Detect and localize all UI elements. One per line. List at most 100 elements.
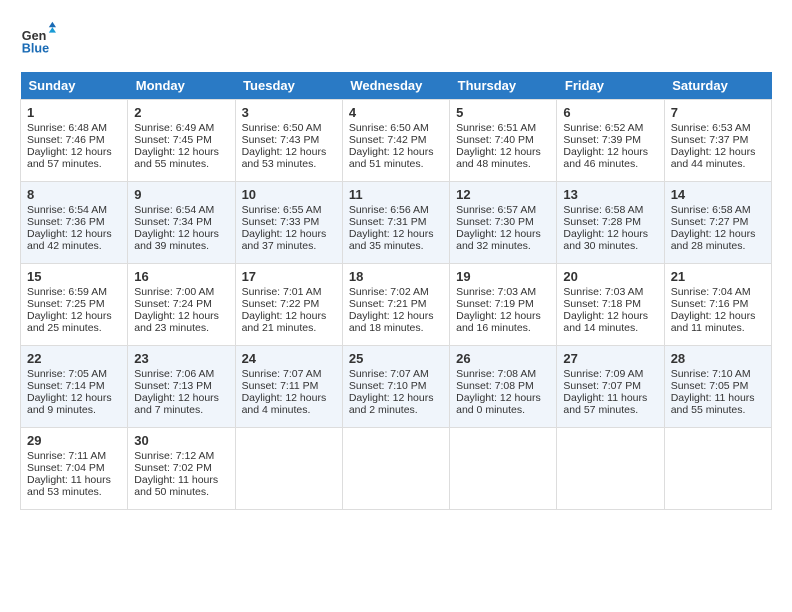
- day-number: 11: [349, 187, 443, 202]
- calendar-cell: 1Sunrise: 6:48 AMSunset: 7:46 PMDaylight…: [21, 100, 128, 182]
- week-row-2: 8Sunrise: 6:54 AMSunset: 7:36 PMDaylight…: [21, 182, 772, 264]
- calendar-cell: 21Sunrise: 7:04 AMSunset: 7:16 PMDayligh…: [664, 264, 771, 346]
- sunset: Sunset: 7:30 PM: [456, 216, 534, 228]
- sunset: Sunset: 7:36 PM: [27, 216, 105, 228]
- calendar-cell: [235, 428, 342, 510]
- logo-icon: Gen Blue: [20, 20, 56, 56]
- sunrise: Sunrise: 7:09 AM: [563, 368, 643, 380]
- sunrise: Sunrise: 7:07 AM: [349, 368, 429, 380]
- day-number: 29: [27, 433, 121, 448]
- day-number: 25: [349, 351, 443, 366]
- sunset: Sunset: 7:31 PM: [349, 216, 427, 228]
- calendar-cell: 28Sunrise: 7:10 AMSunset: 7:05 PMDayligh…: [664, 346, 771, 428]
- daylight-label: Daylight: 12 hours and 25 minutes.: [27, 310, 112, 334]
- day-number: 7: [671, 105, 765, 120]
- daylight-label: Daylight: 12 hours and 2 minutes.: [349, 392, 434, 416]
- sunrise: Sunrise: 7:10 AM: [671, 368, 751, 380]
- day-number: 28: [671, 351, 765, 366]
- sunset: Sunset: 7:37 PM: [671, 134, 749, 146]
- calendar-cell: 20Sunrise: 7:03 AMSunset: 7:18 PMDayligh…: [557, 264, 664, 346]
- sunset: Sunset: 7:10 PM: [349, 380, 427, 392]
- sunrise: Sunrise: 6:52 AM: [563, 122, 643, 134]
- calendar-cell: 12 Sunrise: 6:57 AMSunset: 7:30 PMDayligh…: [450, 182, 557, 264]
- week-row-4: 22Sunrise: 7:05 AMSunset: 7:14 PMDayligh…: [21, 346, 772, 428]
- sunrise: Sunrise: 6:54 AM: [27, 204, 107, 216]
- day-number: 14: [671, 187, 765, 202]
- daylight-label: Daylight: 12 hours and 30 minutes.: [563, 228, 648, 252]
- sunrise: Sunrise: 7:05 AM: [27, 368, 107, 380]
- day-number: 12: [456, 187, 550, 202]
- daylight-label: Daylight: 11 hours and 57 minutes.: [563, 392, 647, 416]
- sunset: Sunset: 7:42 PM: [349, 134, 427, 146]
- calendar-cell: 13Sunrise: 6:58 AMSunset: 7:28 PMDayligh…: [557, 182, 664, 264]
- col-header-monday: Monday: [128, 72, 235, 100]
- daylight-label: Daylight: 11 hours and 55 minutes.: [671, 392, 755, 416]
- calendar-cell: 18Sunrise: 7:02 AMSunset: 7:21 PMDayligh…: [342, 264, 449, 346]
- day-number: 16: [134, 269, 228, 284]
- daylight-label: Daylight: 12 hours and 23 minutes.: [134, 310, 219, 334]
- sunrise: Sunrise: 6:59 AM: [27, 286, 107, 298]
- sunset: Sunset: 7:16 PM: [671, 298, 749, 310]
- sunset: Sunset: 7:11 PM: [242, 380, 319, 392]
- day-number: 10: [242, 187, 336, 202]
- col-header-friday: Friday: [557, 72, 664, 100]
- sunset: Sunset: 7:13 PM: [134, 380, 212, 392]
- calendar-cell: 29 Sunrise: 7:11 AMSunset: 7:04 PMDayligh…: [21, 428, 128, 510]
- col-header-sunday: Sunday: [21, 72, 128, 100]
- daylight-label: Daylight: 12 hours and 32 minutes.: [456, 228, 541, 252]
- calendar-cell: 7Sunrise: 6:53 AMSunset: 7:37 PMDaylight…: [664, 100, 771, 182]
- calendar-cell: [450, 428, 557, 510]
- sunset: Sunset: 7:34 PM: [134, 216, 212, 228]
- daylight-label: Daylight: 12 hours and 55 minutes.: [134, 146, 219, 170]
- page-header: Gen Blue: [20, 20, 772, 56]
- sunset: Sunset: 7:14 PM: [27, 380, 105, 392]
- day-number: 2: [134, 105, 228, 120]
- daylight-label: Daylight: 12 hours and 48 minutes.: [456, 146, 541, 170]
- sunrise: Sunrise: 7:06 AM: [134, 368, 214, 380]
- sunrise: Sunrise: 6:57 AM: [456, 204, 536, 216]
- calendar-cell: 22Sunrise: 7:05 AMSunset: 7:14 PMDayligh…: [21, 346, 128, 428]
- daylight-label: Daylight: 12 hours and 51 minutes.: [349, 146, 434, 170]
- daylight-label: Daylight: 12 hours and 21 minutes.: [242, 310, 327, 334]
- daylight-label: Daylight: 11 hours and 53 minutes.: [27, 474, 111, 498]
- calendar-table: SundayMondayTuesdayWednesdayThursdayFrid…: [20, 72, 772, 510]
- col-header-thursday: Thursday: [450, 72, 557, 100]
- daylight-label: Daylight: 12 hours and 53 minutes.: [242, 146, 327, 170]
- day-number: 20: [563, 269, 657, 284]
- sunset: Sunset: 7:02 PM: [134, 462, 212, 474]
- sunrise: Sunrise: 7:11 AM: [27, 450, 106, 462]
- sunrise: Sunrise: 7:02 AM: [349, 286, 429, 298]
- calendar-cell: 8Sunrise: 6:54 AMSunset: 7:36 PMDaylight…: [21, 182, 128, 264]
- daylight-label: Daylight: 12 hours and 7 minutes.: [134, 392, 219, 416]
- calendar-cell: 14Sunrise: 6:58 AMSunset: 7:27 PMDayligh…: [664, 182, 771, 264]
- sunset: Sunset: 7:46 PM: [27, 134, 105, 146]
- daylight-label: Daylight: 12 hours and 4 minutes.: [242, 392, 327, 416]
- sunrise: Sunrise: 6:51 AM: [456, 122, 536, 134]
- day-number: 21: [671, 269, 765, 284]
- header-row: SundayMondayTuesdayWednesdayThursdayFrid…: [21, 72, 772, 100]
- calendar-cell: 24Sunrise: 7:07 AMSunset: 7:11 PMDayligh…: [235, 346, 342, 428]
- calendar-cell: 15Sunrise: 6:59 AMSunset: 7:25 PMDayligh…: [21, 264, 128, 346]
- calendar-cell: 5Sunrise: 6:51 AMSunset: 7:40 PMDaylight…: [450, 100, 557, 182]
- sunset: Sunset: 7:25 PM: [27, 298, 105, 310]
- sunrise: Sunrise: 7:08 AM: [456, 368, 536, 380]
- week-row-3: 15Sunrise: 6:59 AMSunset: 7:25 PMDayligh…: [21, 264, 772, 346]
- calendar-cell: [342, 428, 449, 510]
- calendar-cell: 10Sunrise: 6:55 AMSunset: 7:33 PMDayligh…: [235, 182, 342, 264]
- calendar-cell: 4Sunrise: 6:50 AMSunset: 7:42 PMDaylight…: [342, 100, 449, 182]
- col-header-wednesday: Wednesday: [342, 72, 449, 100]
- calendar-cell: 9Sunrise: 6:54 AMSunset: 7:34 PMDaylight…: [128, 182, 235, 264]
- sunset: Sunset: 7:04 PM: [27, 462, 105, 474]
- daylight-label: Daylight: 12 hours and 42 minutes.: [27, 228, 112, 252]
- day-number: 26: [456, 351, 550, 366]
- sunrise: Sunrise: 6:48 AM: [27, 122, 107, 134]
- calendar-cell: 23Sunrise: 7:06 AMSunset: 7:13 PMDayligh…: [128, 346, 235, 428]
- sunrise: Sunrise: 6:54 AM: [134, 204, 214, 216]
- calendar-cell: [557, 428, 664, 510]
- calendar-cell: 3Sunrise: 6:50 AMSunset: 7:43 PMDaylight…: [235, 100, 342, 182]
- sunrise: Sunrise: 6:53 AM: [671, 122, 751, 134]
- day-number: 9: [134, 187, 228, 202]
- day-number: 3: [242, 105, 336, 120]
- week-row-5: 29 Sunrise: 7:11 AMSunset: 7:04 PMDayligh…: [21, 428, 772, 510]
- sunrise: Sunrise: 6:55 AM: [242, 204, 322, 216]
